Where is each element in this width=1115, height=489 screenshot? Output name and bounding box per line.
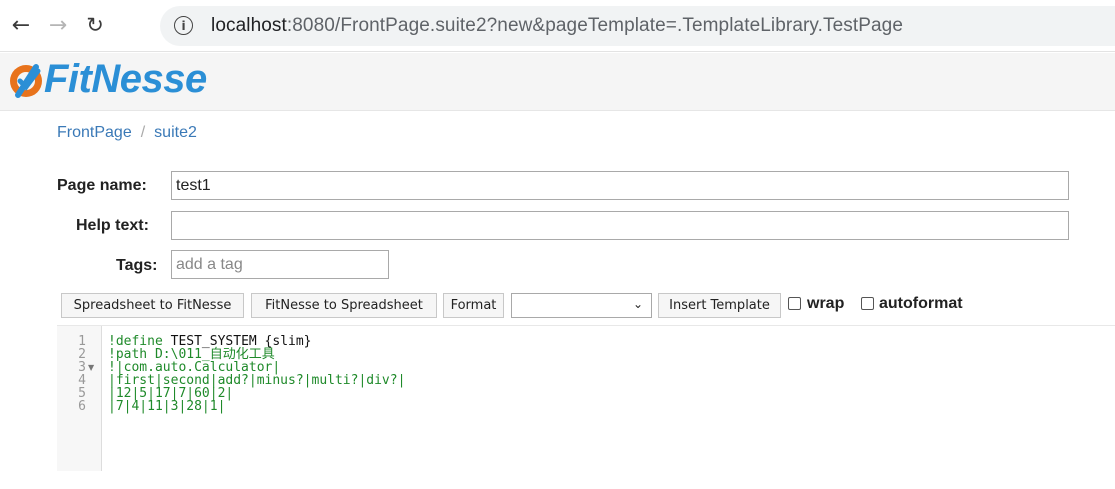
breadcrumb: FrontPage / suite2 [57, 124, 197, 142]
wrap-checkbox[interactable] [788, 297, 801, 310]
url-host: localhost [211, 15, 287, 36]
url-path: :8080/FrontPage.suite2?new&pageTemplate=… [286, 15, 904, 36]
autoformat-checkbox[interactable] [861, 297, 874, 310]
template-select[interactable]: ⌄ [511, 293, 652, 318]
breadcrumb-frontpage[interactable]: FrontPage [57, 124, 132, 141]
tags-input[interactable] [171, 250, 389, 279]
chevron-down-icon: ⌄ [632, 297, 643, 311]
page-name-label: Page name: [57, 177, 147, 194]
fold-arrow-icon[interactable]: ▼ [88, 363, 94, 372]
code-line: |7|4|11|3|28|1| [108, 399, 226, 414]
logo-text[interactable]: FitNesse [44, 57, 207, 102]
spreadsheet-to-fitnesse-button[interactable]: Spreadsheet to FitNesse [61, 293, 244, 318]
info-circle-icon[interactable]: i [174, 16, 193, 35]
tags-label: Tags: [116, 257, 158, 274]
help-text-input[interactable] [171, 211, 1069, 240]
breadcrumb-suite2[interactable]: suite2 [154, 124, 197, 141]
address-bar[interactable]: i localhost:8080/FrontPage.suite2?new&pa… [160, 6, 1115, 46]
fitnesse-to-spreadsheet-button[interactable]: FitNesse to Spreadsheet [251, 293, 437, 318]
line-number: 6 [78, 399, 86, 414]
page-name-input[interactable] [171, 171, 1069, 200]
url-text[interactable]: localhost:8080/FrontPage.suite2?new&page… [211, 15, 903, 37]
breadcrumb-separator: / [140, 124, 146, 141]
code-editor[interactable]: 1 2 3 ▼ 4 5 6 !define TEST_SYSTEM {slim}… [57, 325, 1115, 471]
autoformat-label[interactable]: autoformat [879, 295, 963, 313]
wrap-label[interactable]: wrap [807, 295, 844, 313]
browser-toolbar: ← → ↻ i localhost:8080/FrontPage.suite2?… [0, 0, 1115, 52]
fitnesse-logo-icon[interactable] [6, 61, 46, 101]
help-text-label: Help text: [76, 217, 149, 234]
reload-icon[interactable]: ↻ [82, 12, 108, 38]
arrow-left-icon[interactable]: ← [8, 12, 34, 38]
insert-template-button[interactable]: Insert Template [658, 293, 781, 318]
site-header: FitNesse [0, 53, 1115, 111]
arrow-right-icon[interactable]: → [45, 12, 71, 38]
format-button[interactable]: Format [443, 293, 504, 318]
line-gutter: 1 2 3 ▼ 4 5 6 [57, 326, 102, 471]
